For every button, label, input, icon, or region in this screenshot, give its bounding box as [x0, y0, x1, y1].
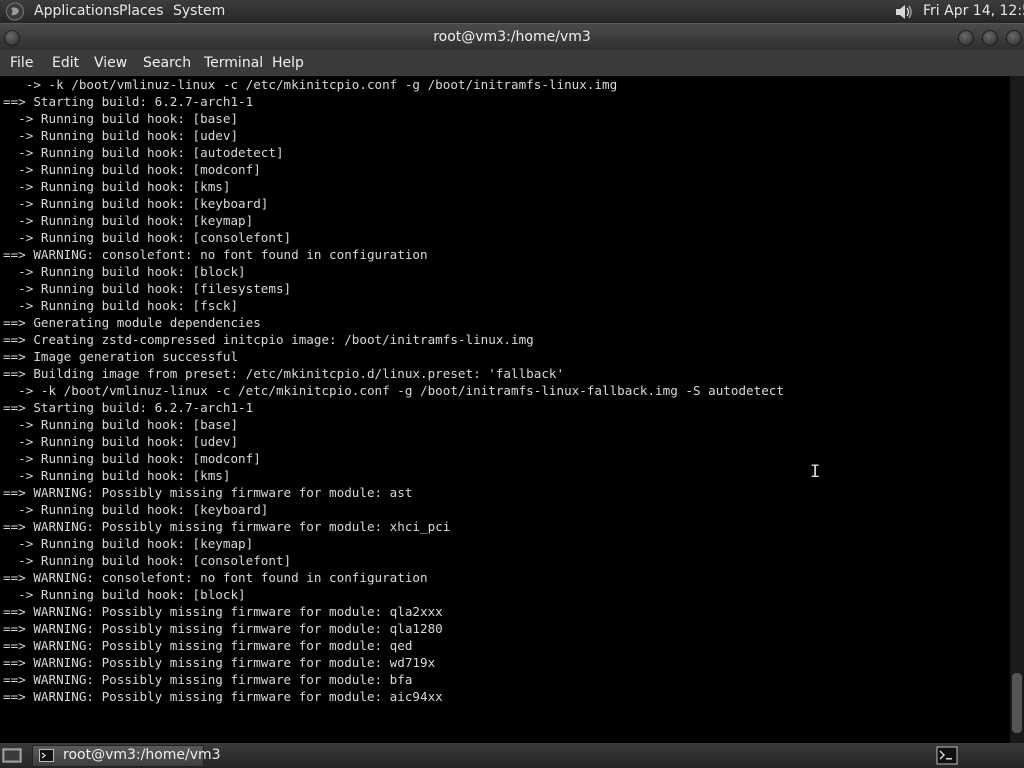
terminal-line: ==> WARNING: Possibly missing firmware f… [3, 604, 443, 619]
close-button[interactable] [1006, 30, 1022, 46]
terminal-line: -> Running build hook: [block] [3, 587, 246, 602]
terminal-line: ==> WARNING: Possibly missing firmware f… [3, 672, 413, 687]
minimize-button[interactable] [958, 30, 974, 46]
show-desktop-icon[interactable] [2, 747, 22, 764]
window-titlebar[interactable]: root@vm3:/home/vm3 [0, 23, 1024, 51]
terminal-line: ==> WARNING: Possibly missing firmware f… [3, 485, 413, 500]
taskbar-window-label: root@vm3:/home/vm3 [63, 747, 221, 763]
terminal-line: -> Running build hook: [kms] [3, 179, 231, 194]
terminal-line: -> Running build hook: [fsck] [3, 298, 239, 313]
terminal-line: -> Running build hook: [keymap] [3, 213, 254, 228]
speaker-volume-icon[interactable] [892, 1, 914, 23]
terminal-line: ==> Starting build: 6.2.7-arch1-1 [3, 94, 254, 109]
ibeam-cursor-icon: I [810, 462, 821, 482]
terminal-line: ==> Generating module dependencies [3, 315, 261, 330]
terminal-line: ==> WARNING: Possibly missing firmware f… [3, 689, 443, 704]
terminal-line: ==> WARNING: Possibly missing firmware f… [3, 655, 436, 670]
terminal-output[interactable]: -> -k /boot/vmlinuz-linux -c /etc/mkinit… [0, 76, 1010, 743]
terminal-line: ==> WARNING: Possibly missing firmware f… [3, 638, 413, 653]
window-title: root@vm3:/home/vm3 [433, 29, 591, 45]
top-panel: Applications Places System Fri Apr 14, 1… [0, 0, 1024, 23]
terminal-line: -> Running build hook: [modconf] [3, 162, 261, 177]
terminal-line: ==> WARNING: Possibly missing firmware f… [3, 621, 443, 636]
terminal-line: -> -k /boot/vmlinuz-linux -c /etc/mkinit… [3, 77, 618, 92]
terminal-line: -> Running build hook: [keyboard] [3, 196, 269, 211]
terminal-line: -> Running build hook: [kms] [3, 468, 231, 483]
terminal-line: -> Running build hook: [base] [3, 417, 239, 432]
menu-view[interactable]: View [94, 55, 127, 71]
terminal-line: -> Running build hook: [block] [3, 264, 246, 279]
terminal-icon [39, 749, 54, 762]
terminal-line: ==> WARNING: consolefont: no font found … [3, 247, 428, 262]
menu-edit[interactable]: Edit [52, 55, 79, 71]
scrollbar-thumb[interactable] [1012, 673, 1022, 733]
terminal-line: -> Running build hook: [keymap] [3, 536, 254, 551]
terminal-line: ==> Image generation successful [3, 349, 239, 364]
menu-terminal[interactable]: Terminal [204, 55, 263, 71]
terminal-line: ==> Creating zstd-compressed initcpio im… [3, 332, 534, 347]
maximize-button[interactable] [982, 30, 998, 46]
taskbar-window-button[interactable]: root@vm3:/home/vm3 [32, 745, 221, 767]
menu-help[interactable]: Help [272, 55, 304, 71]
terminal-line: ==> Starting build: 6.2.7-arch1-1 [3, 400, 254, 415]
terminal-line: -> Running build hook: [udev] [3, 128, 239, 143]
system-menu[interactable]: System [173, 3, 225, 19]
terminal-line: -> Running build hook: [modconf] [3, 451, 261, 466]
terminal-line: ==> WARNING: Possibly missing firmware f… [3, 519, 451, 534]
terminal-line: ==> Building image from preset: /etc/mki… [3, 366, 565, 381]
terminal-line: ==> WARNING: consolefont: no font found … [3, 570, 428, 585]
gnome-foot-icon[interactable] [5, 2, 25, 21]
terminal-line: -> Running build hook: [base] [3, 111, 239, 126]
menu-file[interactable]: File [10, 55, 33, 71]
terminal-launcher-icon[interactable] [936, 746, 958, 765]
terminal-line: -> Running build hook: [consolefont] [3, 230, 292, 245]
terminal-lines: -> -k /boot/vmlinuz-linux -c /etc/mkinit… [3, 76, 784, 705]
menubar: File Edit View Search Terminal Help [0, 50, 1024, 76]
bottom-panel: root@vm3:/home/vm3 [0, 743, 1024, 768]
terminal-scrollbar[interactable] [1010, 76, 1024, 743]
terminal-line: -> Running build hook: [keyboard] [3, 502, 269, 517]
menu-search[interactable]: Search [143, 55, 191, 71]
terminal-line: -> Running build hook: [autodetect] [3, 145, 284, 160]
applications-menu[interactable]: Applications [34, 3, 120, 19]
terminal-line: -> -k /boot/vmlinuz-linux -c /etc/mkinit… [3, 383, 784, 398]
terminal-line: -> Running build hook: [consolefont] [3, 553, 292, 568]
terminal-line: -> Running build hook: [filesystems] [3, 281, 292, 296]
places-menu[interactable]: Places [119, 3, 164, 19]
terminal-line: -> Running build hook: [udev] [3, 434, 239, 449]
clock[interactable]: Fri Apr 14, 12:59 [923, 3, 1024, 19]
